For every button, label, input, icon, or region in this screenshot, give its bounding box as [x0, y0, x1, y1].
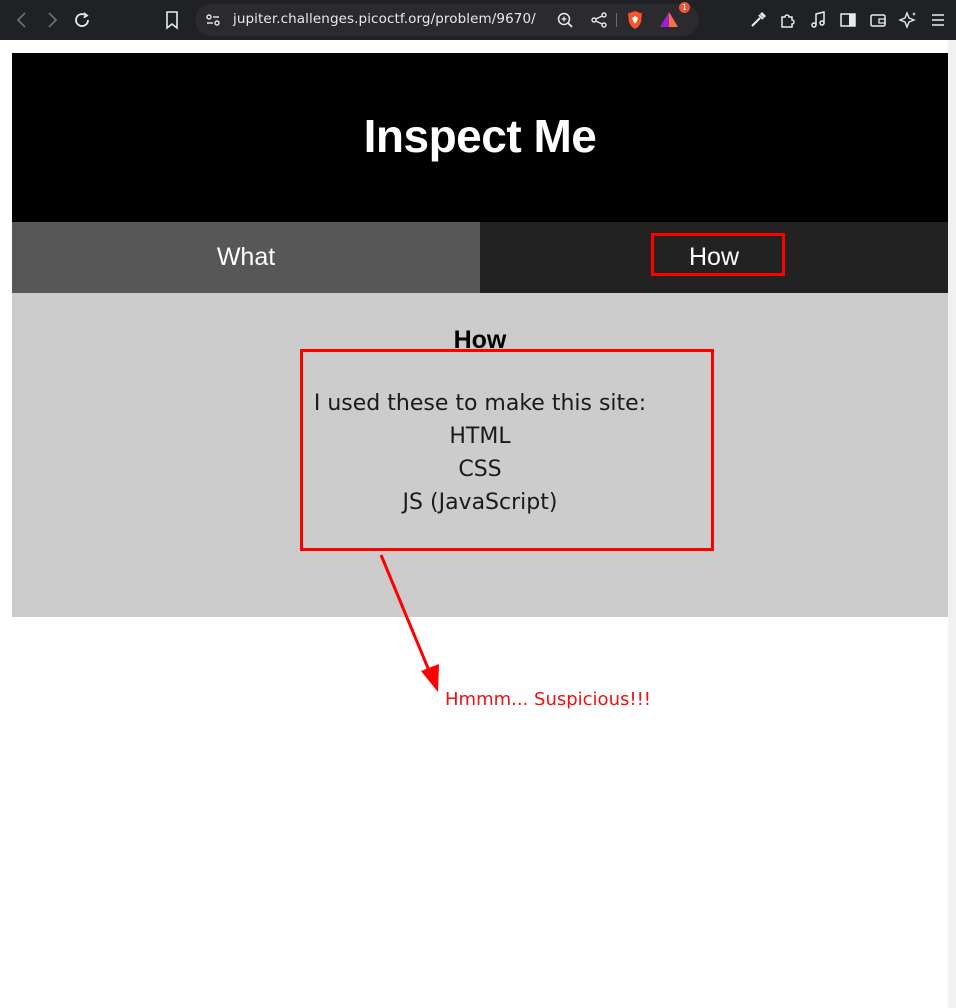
content-line: I used these to make this site:: [313, 391, 647, 416]
eyedropper-icon[interactable]: [746, 8, 770, 32]
page-title: Inspect Me: [363, 110, 597, 162]
site-settings-icon[interactable]: [201, 8, 225, 32]
page-header: Inspect Me: [12, 53, 948, 222]
bookmark-icon[interactable]: [160, 8, 184, 32]
sidebar-icon[interactable]: [836, 8, 860, 32]
tab-content-panel: How I used these to make this site: HTML…: [12, 293, 948, 617]
page-scrollbar[interactable]: [948, 40, 956, 1008]
address-bar[interactable]: jupiter.challenges.picoctf.org/problem/9…: [195, 2, 699, 36]
back-icon[interactable]: [10, 8, 34, 32]
tab-how[interactable]: How: [480, 222, 948, 293]
share-icon[interactable]: [587, 8, 611, 32]
brave-shields-icon[interactable]: [623, 8, 647, 32]
address-bar-divider: [616, 13, 617, 27]
browser-toolbar: jupiter.challenges.picoctf.org/problem/9…: [0, 0, 956, 40]
leo-ai-icon[interactable]: [896, 8, 920, 32]
brave-rewards-icon[interactable]: [657, 8, 681, 32]
content-line: JS (JavaScript): [402, 490, 558, 515]
url-text[interactable]: jupiter.challenges.picoctf.org/problem/9…: [233, 11, 536, 27]
wallet-icon[interactable]: [866, 8, 890, 32]
content-line: CSS: [458, 457, 502, 482]
reload-icon[interactable]: [70, 8, 94, 32]
notification-badge: 1: [679, 2, 690, 13]
content-line: HTML: [449, 424, 511, 449]
tab-what[interactable]: What: [12, 222, 480, 293]
content-heading: How: [453, 326, 507, 354]
media-icon[interactable]: [806, 8, 830, 32]
menu-icon[interactable]: [926, 8, 950, 32]
zoom-icon[interactable]: [553, 8, 577, 32]
extensions-icon[interactable]: [776, 8, 800, 32]
forward-icon[interactable]: [40, 8, 64, 32]
annotation-note: Hmmm... Suspicious!!!: [445, 689, 652, 710]
